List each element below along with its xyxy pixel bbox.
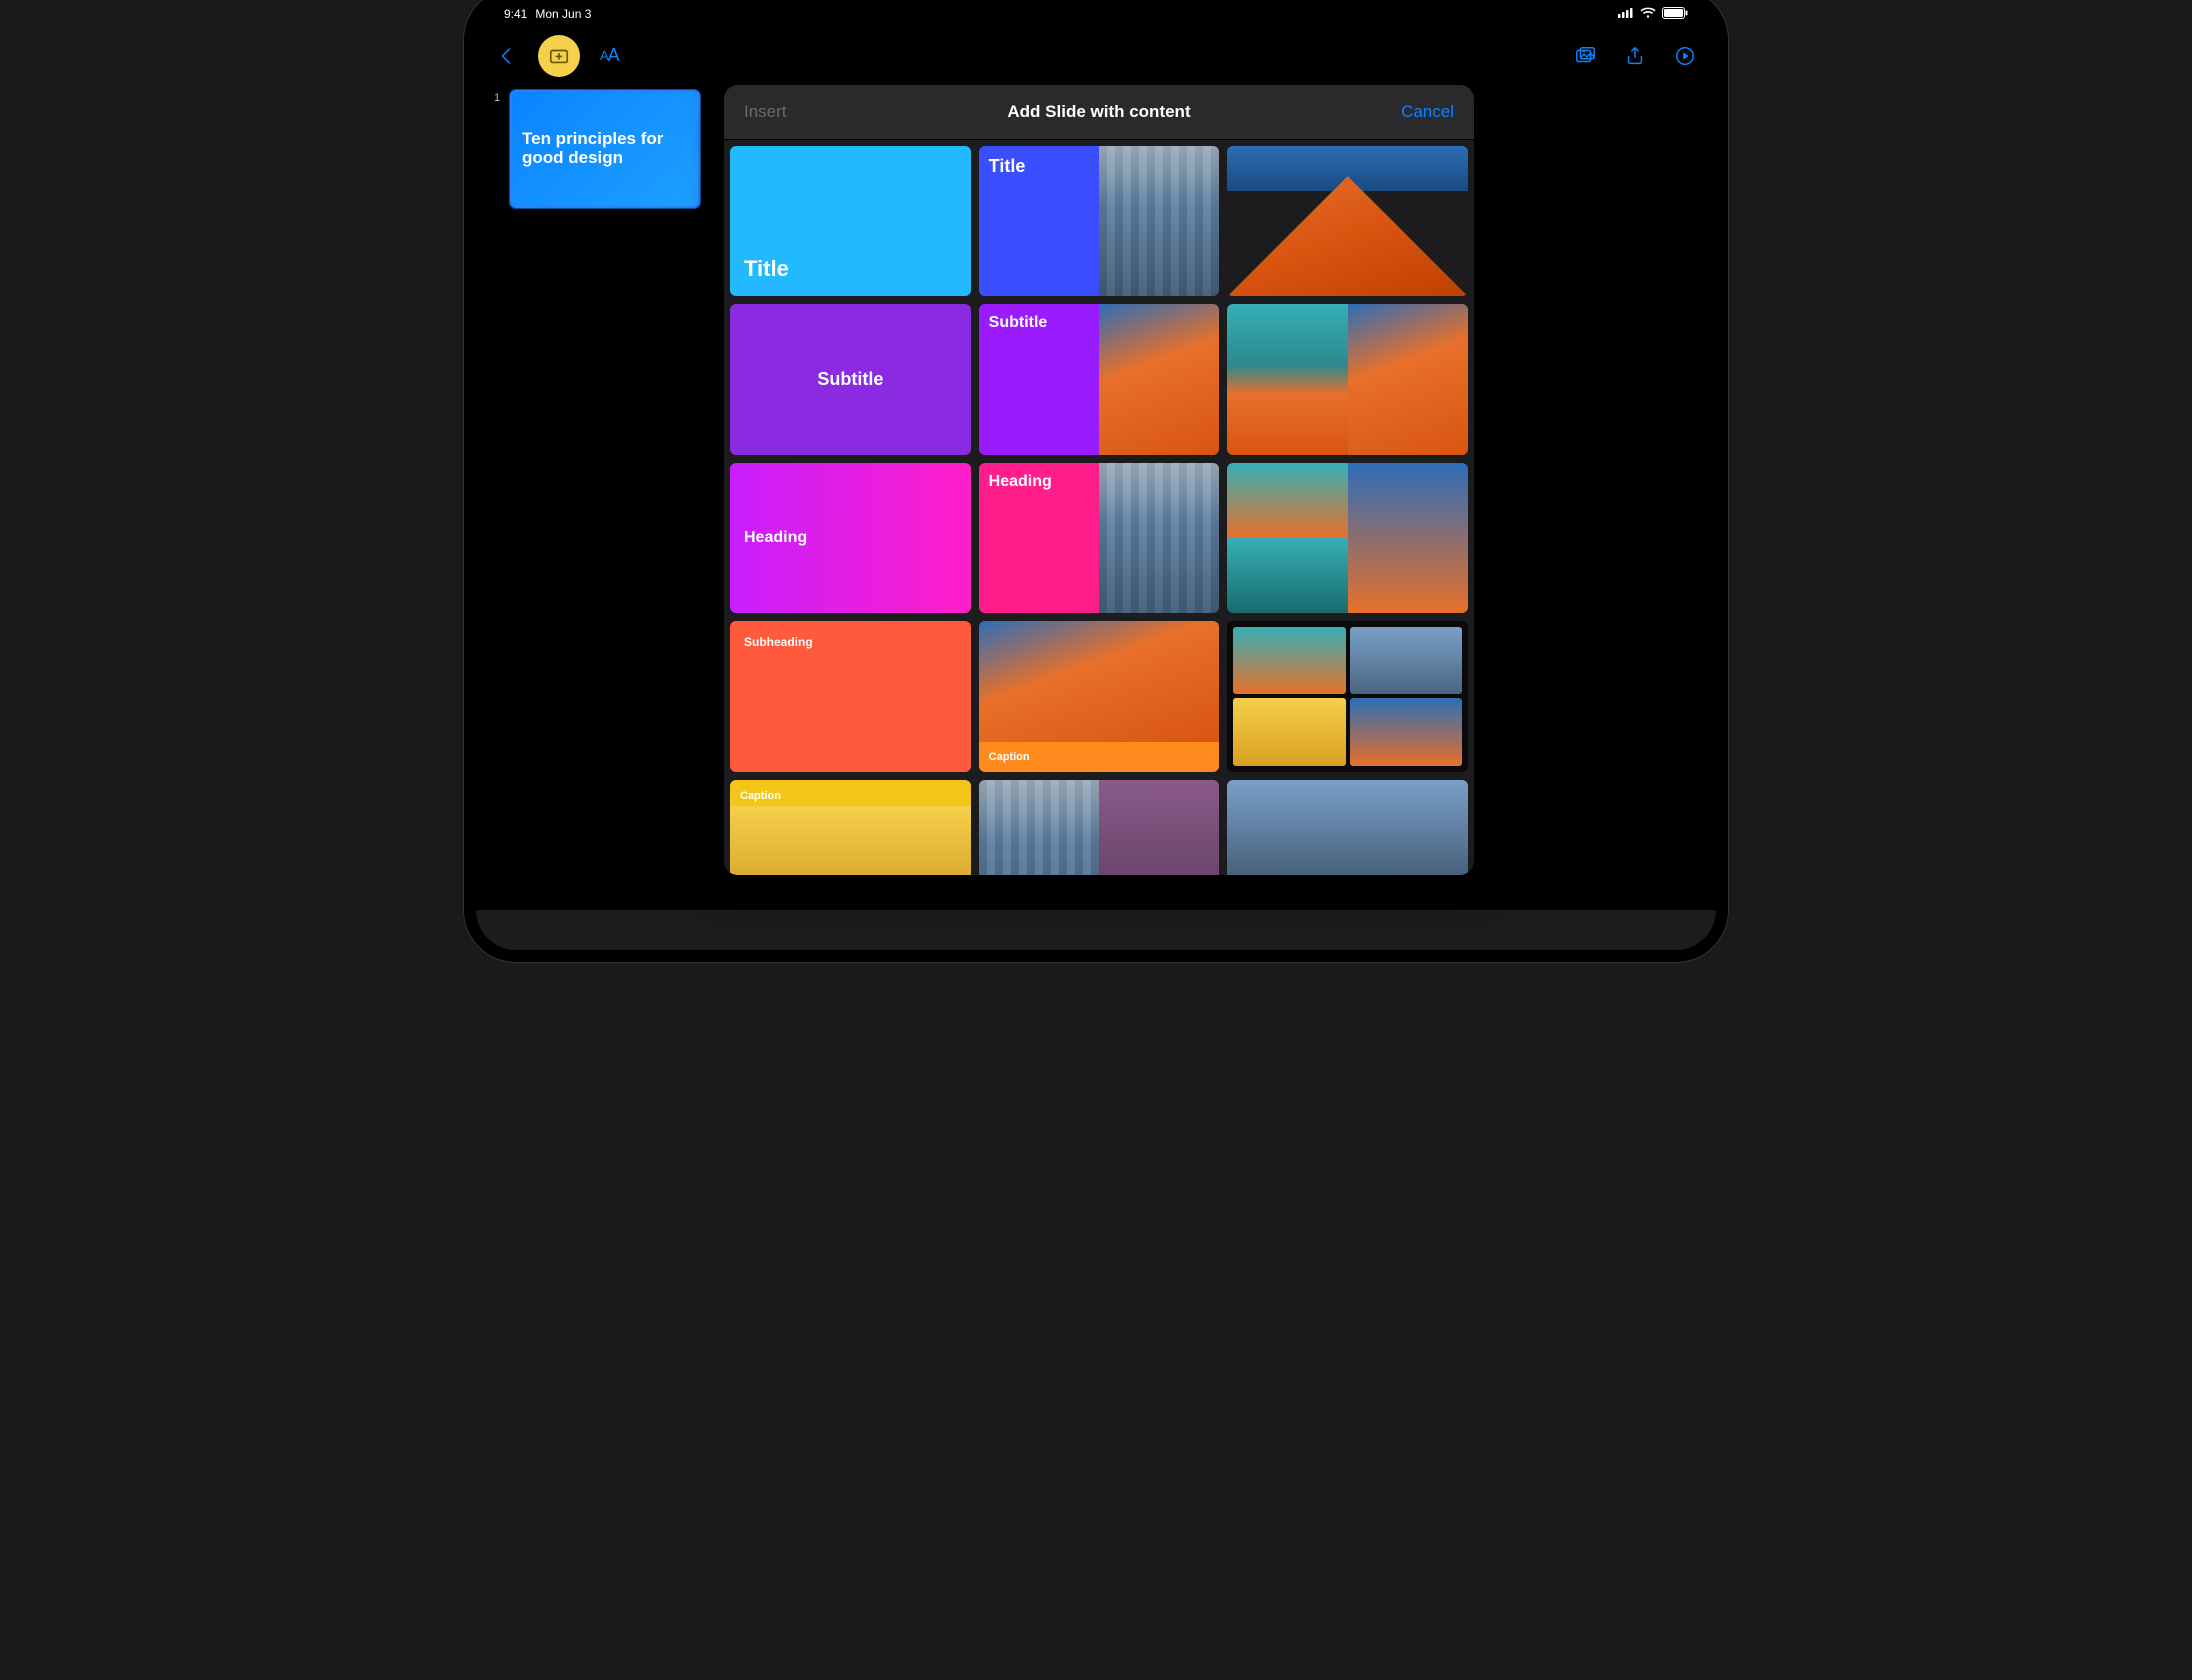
slide-navigator: 1 Ten principles for good design xyxy=(496,90,706,208)
modal-title: Add Slide with content xyxy=(1007,102,1190,122)
format-small-a: A xyxy=(600,48,608,63)
status-bar: 9:41 Mon Jun 3 xyxy=(476,0,1716,28)
insert-label: Insert xyxy=(744,102,787,122)
status-date: Mon Jun 3 xyxy=(535,7,591,21)
template-label: Subheading xyxy=(744,635,813,649)
template-label: Caption xyxy=(740,790,781,802)
slide-thumb[interactable]: 1 Ten principles for good design xyxy=(496,90,706,208)
template-four-photos[interactable] xyxy=(1227,621,1468,771)
template-heading-split[interactable]: Heading xyxy=(979,463,1220,613)
play-button[interactable] xyxy=(1674,45,1696,67)
template-label: Title xyxy=(744,256,789,282)
template-two-wide[interactable] xyxy=(979,780,1220,875)
template-label: Heading xyxy=(989,473,1052,491)
template-subtitle-split[interactable]: Subtitle xyxy=(979,304,1220,454)
status-time: 9:41 xyxy=(504,7,527,21)
share-button[interactable] xyxy=(1624,45,1646,67)
template-two-photos[interactable] xyxy=(1227,304,1468,454)
template-subtitle-photo[interactable]: SUBTITLE xyxy=(1227,780,1468,875)
back-button[interactable] xyxy=(496,45,518,67)
cancel-button[interactable]: Cancel xyxy=(1401,102,1454,122)
template-heading-solid[interactable]: Heading xyxy=(730,463,971,613)
format-big-a: A xyxy=(608,45,619,66)
wifi-icon xyxy=(1640,7,1656,22)
app-toolbar: AA xyxy=(476,28,1716,83)
add-slide-modal: Insert Add Slide with content Cancel Tit… xyxy=(724,85,1474,875)
template-caption-top[interactable]: Caption xyxy=(730,780,971,875)
template-grid: Title Title Subtitle Subtitle xyxy=(730,146,1468,875)
template-label: Title xyxy=(989,156,1026,177)
slide-number: 1 xyxy=(494,92,500,104)
template-label: Subtitle xyxy=(817,369,883,390)
template-scroll[interactable]: Title Title Subtitle Subtitle xyxy=(724,140,1474,875)
signal-icon xyxy=(1618,7,1634,21)
template-photo-full[interactable] xyxy=(1227,146,1468,296)
add-slide-button[interactable] xyxy=(538,35,580,77)
template-three-photos[interactable] xyxy=(1227,463,1468,613)
template-subheading[interactable]: Subheading xyxy=(730,621,971,771)
media-button[interactable] xyxy=(1574,45,1596,67)
template-title-split[interactable]: Title xyxy=(979,146,1220,296)
template-label: Subtitle xyxy=(989,314,1048,332)
template-caption-bottom[interactable]: Caption xyxy=(979,621,1220,771)
template-title-solid[interactable]: Title xyxy=(730,146,971,296)
home-indicator-area xyxy=(476,910,1716,950)
slide-title: Ten principles for good design xyxy=(522,130,688,167)
modal-header: Insert Add Slide with content Cancel xyxy=(724,85,1474,140)
template-label: Heading xyxy=(744,529,807,547)
text-format-button[interactable]: AA xyxy=(600,45,619,66)
battery-icon xyxy=(1662,7,1688,22)
template-subtitle-solid[interactable]: Subtitle xyxy=(730,304,971,454)
ipad-frame: 9:41 Mon Jun 3 xyxy=(476,0,1716,950)
template-label: Caption xyxy=(989,751,1030,763)
